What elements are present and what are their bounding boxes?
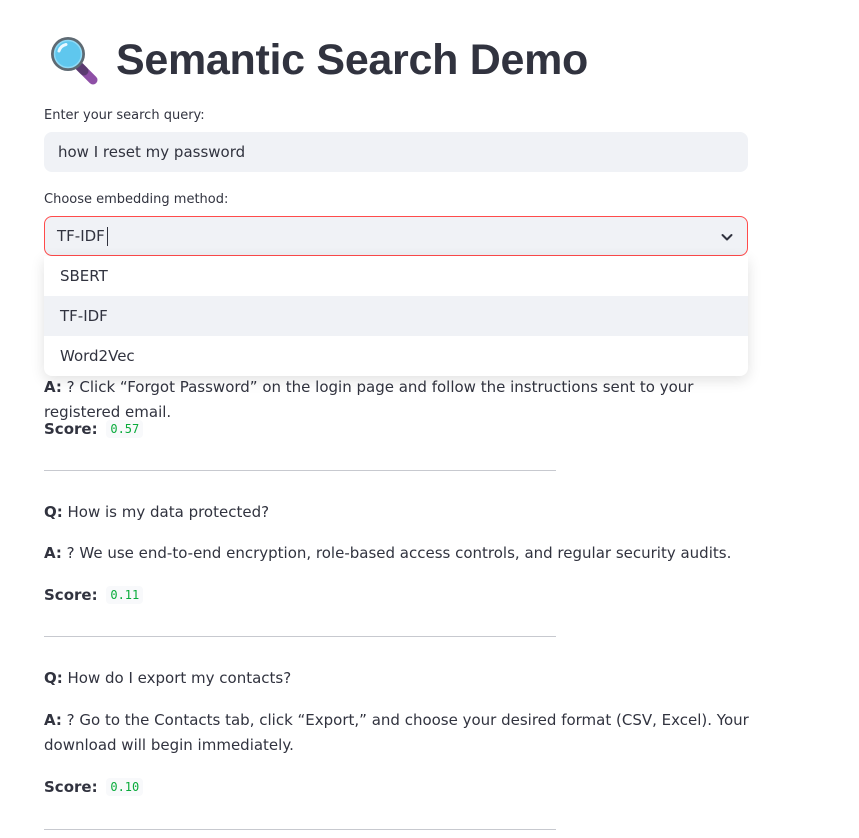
selected-embedding-value: TF-IDF (57, 227, 105, 245)
question-label: Q: (44, 503, 63, 521)
embedding-method-select[interactable]: TF-IDF (44, 216, 748, 256)
score-value: 0.10 (106, 778, 144, 796)
result-score: Score: 0.10 (44, 775, 754, 801)
dropdown-option-word2vec[interactable]: Word2Vec (44, 336, 748, 376)
search-query-label: Enter your search query: (44, 108, 205, 123)
chevron-down-icon[interactable] (719, 229, 735, 245)
answer-text: ? Click “Forgot Password” on the login p… (44, 378, 694, 421)
result-divider (44, 829, 556, 830)
text-cursor (106, 226, 108, 246)
answer-text: ? We use end-to-end encryption, role-bas… (61, 544, 732, 562)
search-query-input[interactable] (44, 132, 748, 172)
result-score: Score: 0.57 (44, 417, 754, 443)
score-value: 0.11 (106, 586, 144, 604)
question-label: Q: (44, 669, 63, 687)
dropdown-option-tfidf[interactable]: TF-IDF (44, 296, 748, 336)
result-score: Score: 0.11 (44, 583, 754, 609)
question-text: How do I export my contacts? (62, 669, 292, 687)
answer-text: ? Go to the Contacts tab, click “Export,… (44, 711, 749, 754)
magnifying-glass-icon (51, 37, 98, 85)
result-question: Q: How do I export my contacts? (44, 666, 754, 691)
result-question: Q: How is my data protected? (44, 500, 754, 525)
answer-label: A: (44, 711, 62, 729)
result-divider (44, 470, 556, 471)
page-header: Semantic Search Demo (48, 34, 588, 86)
embedding-method-label: Choose embedding method: (44, 192, 229, 207)
answer-label: A: (44, 544, 62, 562)
page-title: Semantic Search Demo (116, 35, 588, 84)
score-label: Score: (44, 586, 98, 604)
score-label: Score: (44, 420, 98, 438)
dropdown-option-sbert[interactable]: SBERT (44, 256, 748, 296)
score-label: Score: (44, 778, 98, 796)
score-value: 0.57 (106, 420, 144, 438)
embedding-options-dropdown: SBERT TF-IDF Word2Vec (44, 256, 748, 376)
answer-label: A: (44, 378, 62, 396)
question-text: How is my data protected? (62, 503, 270, 521)
result-answer: A: ? Go to the Contacts tab, click “Expo… (44, 708, 754, 758)
app-page: Semantic Search Demo Enter your search q… (0, 0, 859, 838)
result-answer: A: ? We use end-to-end encryption, role-… (44, 541, 754, 566)
result-divider (44, 636, 556, 637)
